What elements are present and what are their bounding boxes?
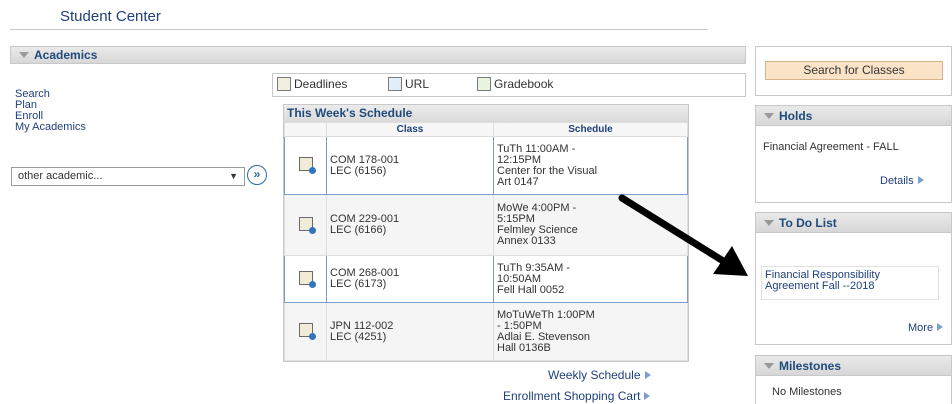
my-academics-link[interactable]: My Academics <box>15 121 86 133</box>
arrow-right-icon <box>917 176 924 184</box>
url-label: URL <box>405 77 430 91</box>
annotation-arrow-icon <box>618 194 748 276</box>
schedule-line: Center for the Visual <box>497 164 598 177</box>
class-cell: COM 268-001 LEC (6173) <box>326 255 494 303</box>
class-code: JPN 112-002 <box>330 319 394 332</box>
schedule-line: Adlai E. Stevenson <box>497 330 590 343</box>
milestones-item: No Milestones <box>772 386 842 398</box>
other-academic-select[interactable]: other academic... ▼ <box>11 167 245 186</box>
academics-links: Search Plan Enroll My Academics <box>15 89 86 133</box>
academics-toolbar: Deadlines URL Gradebook <box>272 73 746 97</box>
blank-header <box>284 122 327 137</box>
schedule-title: This Week's Schedule <box>284 105 688 122</box>
class-column-header: Class <box>326 122 494 137</box>
arrow-right-icon <box>644 371 651 379</box>
class-calendar-icon[interactable] <box>298 323 316 340</box>
class-section: LEC (4251) <box>330 330 387 343</box>
schedule-cell: TuTh 11:00AM -12:15PM Center for the Visu… <box>493 136 688 195</box>
arrow-right-icon <box>644 392 651 400</box>
class-calendar-icon[interactable] <box>298 216 316 234</box>
class-calendar-icon[interactable] <box>298 270 316 288</box>
class-cell: JPN 112-002 LEC (4251) <box>326 302 494 361</box>
url-link[interactable]: URL <box>388 77 429 91</box>
more-label: More <box>908 322 934 334</box>
milestones-heading: Milestones <box>779 359 842 373</box>
academics-heading: Academics <box>34 48 98 62</box>
todo-item-link[interactable]: Financial Responsibility Agreement Fall … <box>761 266 939 300</box>
class-section: LEC (6173) <box>330 278 387 290</box>
gradebook-link[interactable]: Gradebook <box>477 77 553 91</box>
table-row[interactable]: COM 178-001 LEC (6156) TuTh 11:00AM -12:1… <box>284 136 688 195</box>
deadlines-link[interactable]: Deadlines <box>277 77 347 91</box>
hold-item: Financial Agreement - FALL <box>763 141 899 153</box>
class-section: LEC (6166) <box>330 224 387 236</box>
class-section: LEC (6156) <box>330 164 387 177</box>
shopping-cart-link[interactable]: Enrollment Shopping Cart <box>503 389 651 403</box>
holds-header[interactable]: Holds <box>756 106 951 126</box>
chevron-down-icon: ▼ <box>229 171 238 181</box>
calendar-icon <box>277 77 291 91</box>
collapse-triangle-icon[interactable] <box>19 52 29 58</box>
schedule-line: Fell Hall 0052 <box>497 283 565 296</box>
schedule-line: Hall 0136B <box>497 341 551 354</box>
schedule-line: MoTuWeTh 1:00PM <box>497 308 595 321</box>
table-row[interactable]: JPN 112-002 LEC (4251) MoTuWeTh 1:00PM - 1… <box>284 302 688 361</box>
link-icon <box>388 77 402 91</box>
holds-heading: Holds <box>779 109 813 123</box>
schedule-line: - 1:50PM <box>497 319 542 332</box>
gradebook-icon <box>477 77 491 91</box>
academics-section-header[interactable]: Academics <box>10 46 746 64</box>
page-title: Student Center <box>60 8 161 25</box>
holds-panel: Holds Financial Agreement - FALL Details <box>755 105 952 203</box>
milestones-panel: Milestones No Milestones <box>755 355 952 404</box>
todo-heading: To Do List <box>779 216 837 230</box>
weekly-schedule-label: Weekly Schedule <box>548 368 641 382</box>
schedule-cell: MoTuWeTh 1:00PM - 1:50PM Adlai E. Stevenso… <box>493 302 688 361</box>
details-label: Details <box>880 175 914 187</box>
deadlines-label: Deadlines <box>294 77 348 91</box>
todo-header[interactable]: To Do List <box>756 213 951 233</box>
details-link[interactable]: Details <box>880 175 924 187</box>
schedule-line: TuTh 11:00AM - <box>497 142 576 155</box>
schedule-column-header: Schedule <box>493 122 688 137</box>
shopping-cart-label: Enrollment Shopping Cart <box>503 389 641 403</box>
milestones-header[interactable]: Milestones <box>756 356 951 376</box>
weekly-schedule-link[interactable]: Weekly Schedule <box>548 368 651 382</box>
collapse-triangle-icon[interactable] <box>764 220 774 226</box>
todo-item-label[interactable]: Financial Responsibility Agreement Fall … <box>765 269 880 292</box>
class-code: COM 178-001 <box>330 153 400 166</box>
schedule-line: 12:15PM <box>497 153 542 166</box>
title-divider <box>10 29 708 30</box>
gradebook-label: Gradebook <box>494 77 554 91</box>
go-button[interactable]: » <box>247 165 267 185</box>
collapse-triangle-icon[interactable] <box>764 363 774 369</box>
class-calendar-icon[interactable] <box>298 157 316 174</box>
class-cell: COM 178-001 LEC (6156) <box>326 136 494 195</box>
search-for-classes-button[interactable]: Search for Classes <box>765 61 943 80</box>
more-link[interactable]: More <box>908 322 944 334</box>
select-value: other academic... <box>18 170 103 182</box>
collapse-triangle-icon[interactable] <box>764 113 774 119</box>
schedule-line: Art 0147 <box>497 175 539 188</box>
arrow-right-icon <box>937 323 944 331</box>
double-chevron-right-icon: » <box>253 167 261 181</box>
class-cell: COM 229-001 LEC (6166) <box>326 194 494 256</box>
